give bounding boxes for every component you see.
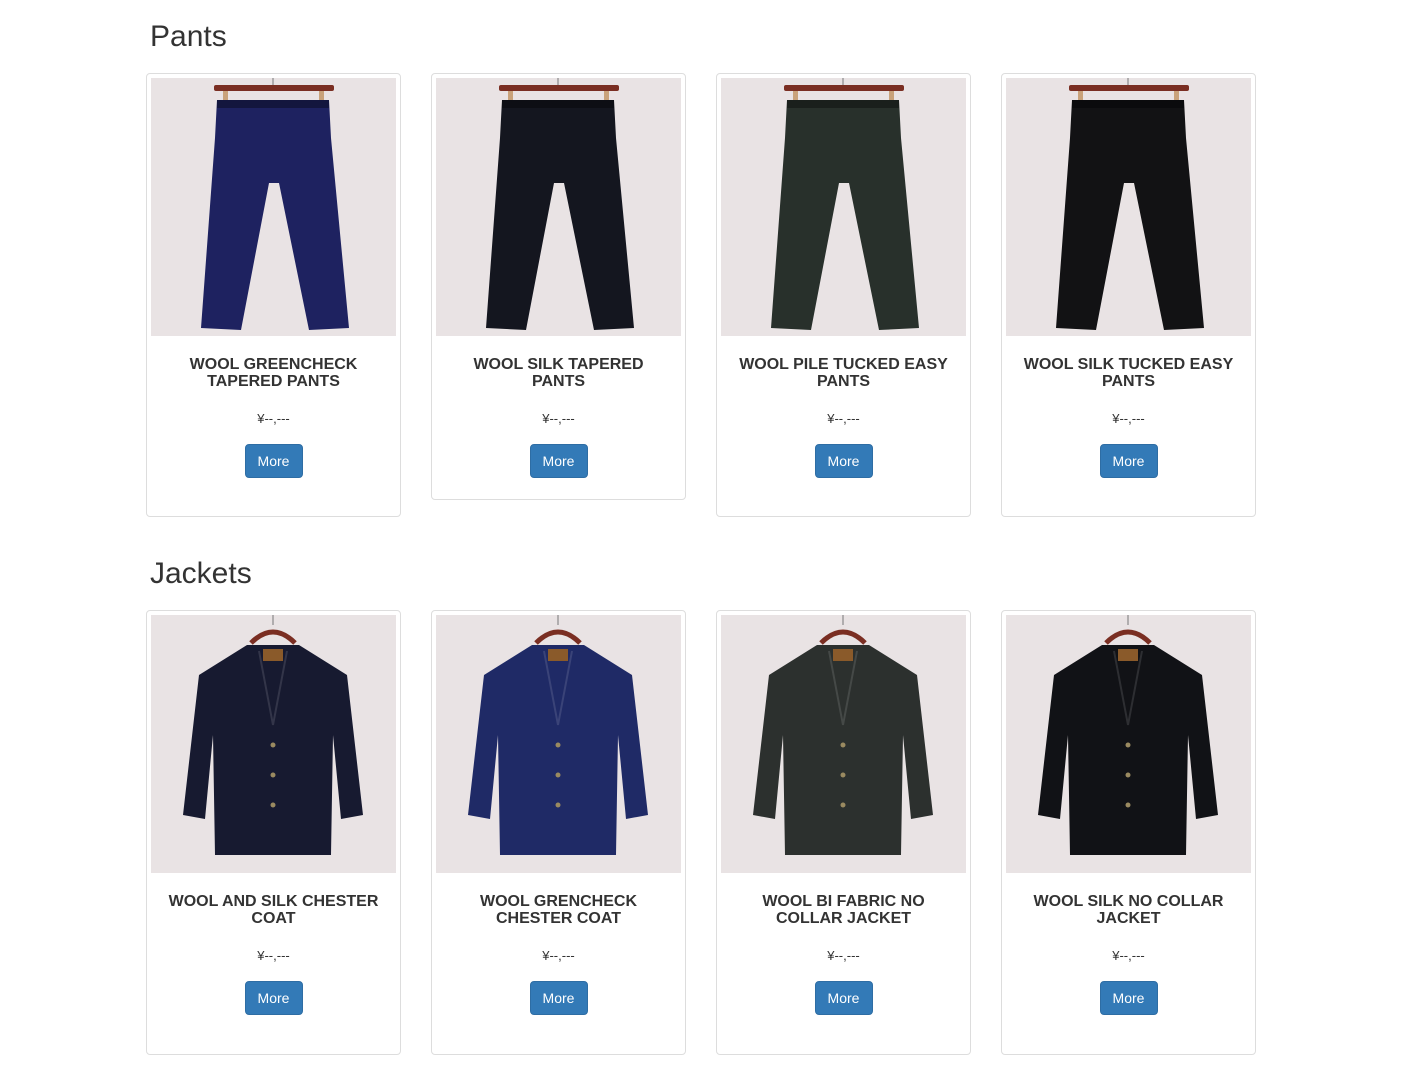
product-card: WOOL SILK TAPERED PANTS ¥--,--- More bbox=[431, 73, 686, 500]
more-button[interactable]: More bbox=[814, 444, 873, 478]
product-name: WOOL AND SILK CHESTER COAT bbox=[168, 893, 379, 927]
product-image[interactable] bbox=[151, 615, 396, 873]
product-image[interactable] bbox=[151, 78, 396, 336]
product-price: ¥--,--- bbox=[1112, 411, 1145, 426]
product-price: ¥--,--- bbox=[827, 948, 860, 963]
product-name: WOOL BI FABRIC NO COLLAR JACKET bbox=[762, 893, 925, 927]
product-name: WOOL SILK TAPERED PANTS bbox=[473, 356, 644, 390]
product-card: WOOL AND SILK CHESTER COAT ¥--,--- More bbox=[146, 610, 401, 1055]
product-image[interactable] bbox=[1006, 78, 1251, 336]
jacket-photo bbox=[721, 615, 966, 873]
product-card: WOOL SILK TUCKED EASY PANTS ¥--,--- More bbox=[1001, 73, 1256, 517]
product-price: ¥--,--- bbox=[1112, 948, 1145, 963]
product-price: ¥--,--- bbox=[542, 948, 575, 963]
product-card: WOOL PILE TUCKED EASY PANTS ¥--,--- More bbox=[716, 73, 971, 517]
pants-photo bbox=[721, 78, 966, 336]
jacket-photo bbox=[436, 615, 681, 873]
pants-photo bbox=[1006, 78, 1251, 336]
product-name: WOOL SILK NO COLLAR JACKET bbox=[1033, 893, 1224, 927]
product-name: WOOL GREENCHECK TAPERED PANTS bbox=[189, 356, 358, 390]
product-image[interactable] bbox=[1006, 615, 1251, 873]
more-button[interactable]: More bbox=[1099, 981, 1158, 1015]
jacket-photo bbox=[1006, 615, 1251, 873]
section-title-jackets: Jackets bbox=[150, 557, 252, 590]
product-card: WOOL BI FABRIC NO COLLAR JACKET ¥--,--- … bbox=[716, 610, 971, 1055]
product-image[interactable] bbox=[436, 615, 681, 873]
product-price: ¥--,--- bbox=[257, 411, 290, 426]
product-name: WOOL SILK TUCKED EASY PANTS bbox=[1023, 356, 1234, 390]
product-price: ¥--,--- bbox=[257, 948, 290, 963]
more-button[interactable]: More bbox=[244, 981, 303, 1015]
more-button[interactable]: More bbox=[814, 981, 873, 1015]
product-image[interactable] bbox=[721, 615, 966, 873]
product-card: WOOL GREENCHECK TAPERED PANTS ¥--,--- Mo… bbox=[146, 73, 401, 517]
pants-photo bbox=[151, 78, 396, 336]
product-name: WOOL GRENCHECK CHESTER COAT bbox=[479, 893, 638, 927]
product-price: ¥--,--- bbox=[542, 411, 575, 426]
product-card: WOOL GRENCHECK CHESTER COAT ¥--,--- More bbox=[431, 610, 686, 1055]
more-button[interactable]: More bbox=[1099, 444, 1158, 478]
jacket-photo bbox=[151, 615, 396, 873]
section-title-pants: Pants bbox=[150, 20, 227, 53]
pants-photo bbox=[436, 78, 681, 336]
product-card: WOOL SILK NO COLLAR JACKET ¥--,--- More bbox=[1001, 610, 1256, 1055]
product-image[interactable] bbox=[436, 78, 681, 336]
more-button[interactable]: More bbox=[529, 981, 588, 1015]
more-button[interactable]: More bbox=[244, 444, 303, 478]
product-image[interactable] bbox=[721, 78, 966, 336]
product-name: WOOL PILE TUCKED EASY PANTS bbox=[739, 356, 948, 390]
more-button[interactable]: More bbox=[529, 444, 588, 478]
product-price: ¥--,--- bbox=[827, 411, 860, 426]
